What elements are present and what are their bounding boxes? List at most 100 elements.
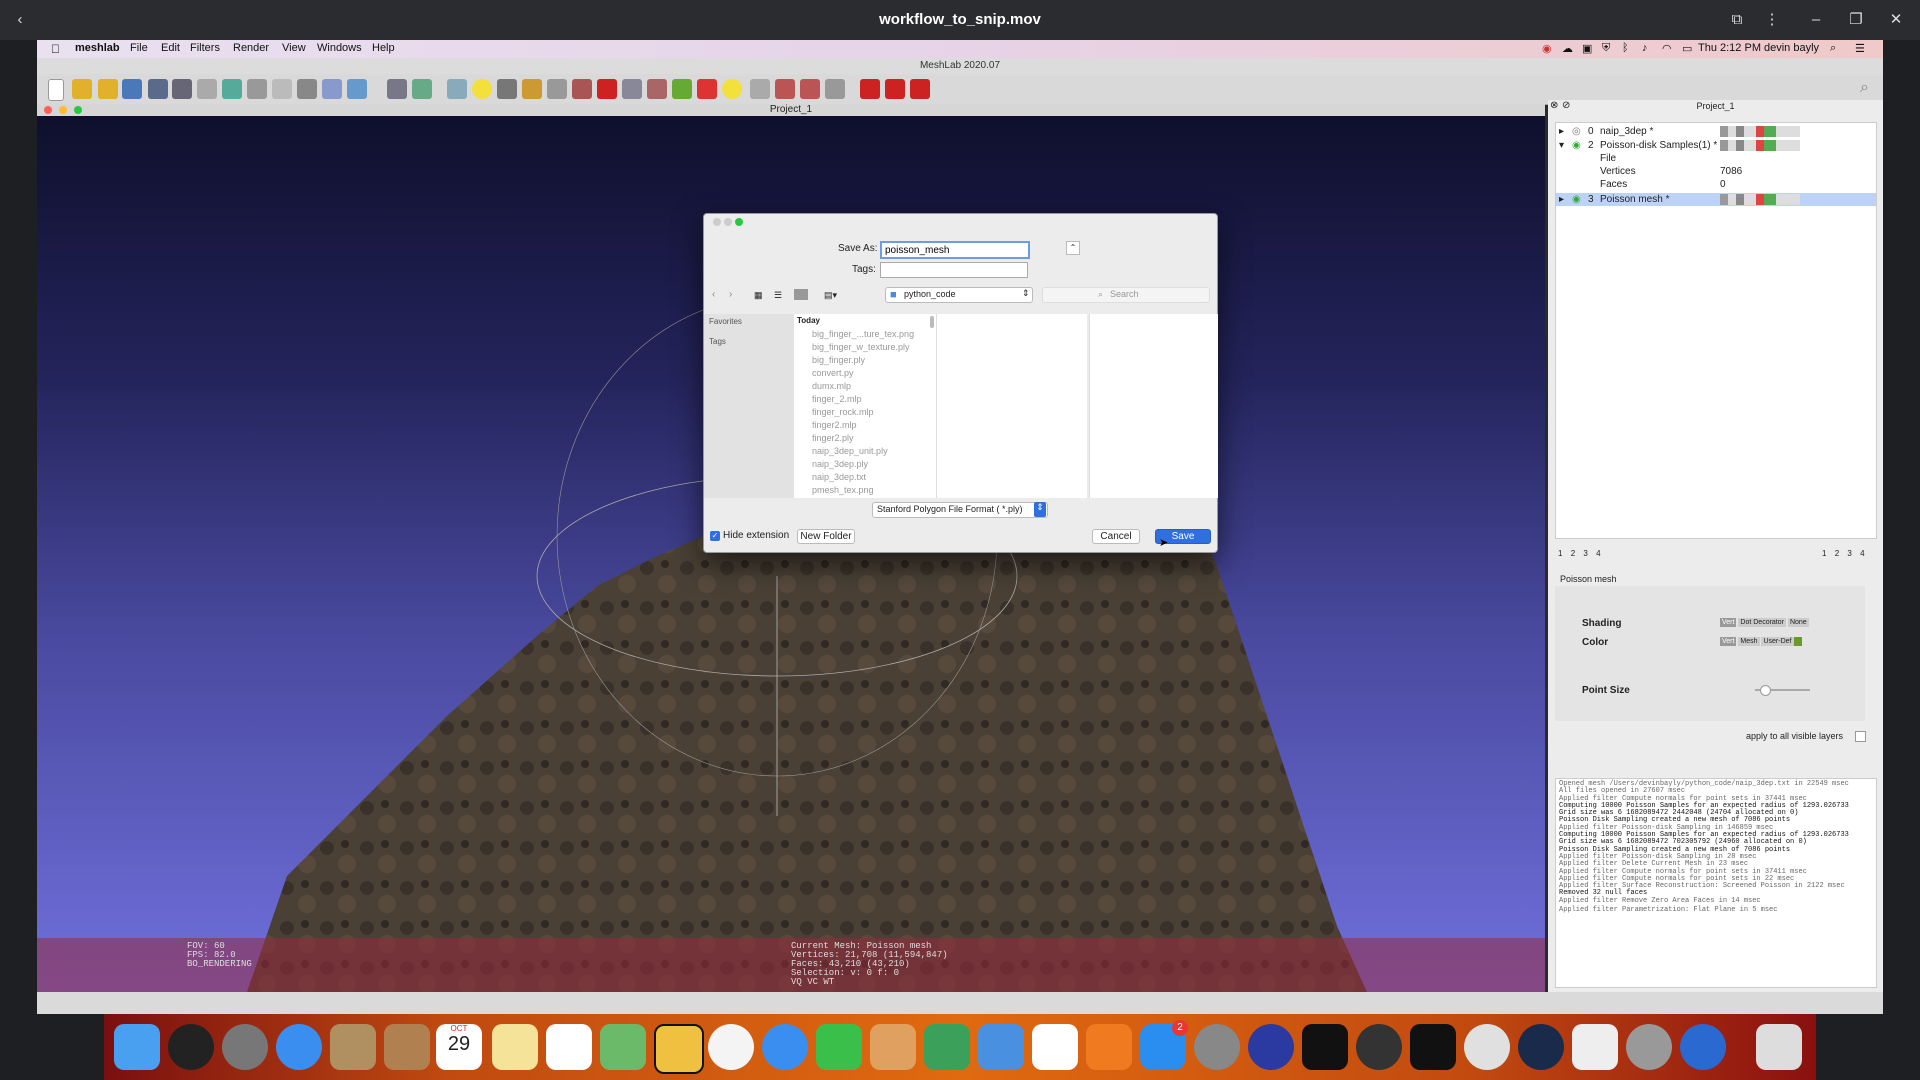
pager-right-3[interactable]: 3 bbox=[1847, 549, 1851, 558]
file-item[interactable]: finger2.mlp bbox=[812, 420, 857, 430]
file-item[interactable]: pmesh_tex.png bbox=[812, 485, 874, 495]
trash-icon[interactable] bbox=[1756, 1024, 1802, 1070]
color-swatch[interactable] bbox=[1793, 637, 1802, 646]
steam-icon[interactable] bbox=[1518, 1024, 1564, 1070]
pager-right-1[interactable]: 1 bbox=[1822, 549, 1826, 558]
record-icon[interactable]: ◉ bbox=[1542, 42, 1552, 55]
keynote-icon[interactable] bbox=[978, 1024, 1024, 1070]
save-as-input[interactable] bbox=[880, 241, 1030, 259]
paint-icon[interactable] bbox=[522, 79, 542, 99]
quicktime-icon[interactable] bbox=[1680, 1024, 1726, 1070]
search-box[interactable]: ⌕ Search bbox=[1042, 287, 1210, 303]
firefox-icon[interactable] bbox=[1248, 1024, 1294, 1070]
save-icon[interactable] bbox=[148, 79, 168, 99]
textedit-icon[interactable] bbox=[1572, 1024, 1618, 1070]
sidebar-tags[interactable]: Tags bbox=[709, 337, 726, 346]
eye-icon[interactable]: ◉ bbox=[1572, 193, 1581, 206]
shading-vert[interactable]: Vert bbox=[1720, 618, 1737, 627]
pager-right-4[interactable]: 4 bbox=[1860, 549, 1864, 558]
new-icon[interactable] bbox=[48, 79, 64, 101]
toolbar-search-icon[interactable]: ⌕ bbox=[1860, 79, 1880, 99]
sidebar-favorites[interactable]: Favorites bbox=[709, 317, 742, 326]
file-item[interactable]: convert.py bbox=[812, 368, 854, 378]
apply-all-checkbox[interactable] bbox=[1855, 731, 1866, 742]
menu-render[interactable]: Render bbox=[233, 42, 269, 54]
eye-icon[interactable]: ◉ bbox=[1572, 139, 1581, 152]
pager-left-2[interactable]: 2 bbox=[1571, 549, 1575, 558]
list-view-icon[interactable]: ☰ bbox=[774, 290, 782, 301]
shield-icon[interactable]: ⛨ bbox=[1602, 42, 1610, 55]
notes-icon[interactable] bbox=[492, 1024, 538, 1070]
window-minimize-icon[interactable] bbox=[59, 106, 67, 114]
contacts-icon[interactable] bbox=[384, 1024, 430, 1070]
icon-view-icon[interactable]: ▦ bbox=[754, 290, 763, 301]
obs-icon[interactable] bbox=[1356, 1024, 1402, 1070]
menu-help[interactable]: Help bbox=[372, 42, 395, 54]
forward-nav-icon[interactable]: › bbox=[729, 289, 732, 300]
quality-icon[interactable] bbox=[697, 79, 717, 99]
more-icon[interactable]: ⋮ bbox=[1760, 8, 1784, 32]
dialog-zoom-icon[interactable] bbox=[735, 218, 743, 226]
app-store-icon[interactable]: 2 bbox=[1140, 1020, 1188, 1070]
facetime-icon[interactable] bbox=[816, 1024, 862, 1070]
safari-icon[interactable] bbox=[276, 1024, 322, 1070]
pager-right-2[interactable]: 2 bbox=[1835, 549, 1839, 558]
file-item[interactable]: naip_3dep.ply bbox=[812, 459, 868, 469]
siri-icon[interactable] bbox=[168, 1024, 214, 1070]
delete-face-icon[interactable] bbox=[885, 79, 905, 99]
dialog-close-icon[interactable] bbox=[713, 218, 721, 226]
clock[interactable]: Thu 2:12 PM bbox=[1698, 42, 1761, 54]
panel-close-icon[interactable]: ⊗ bbox=[1550, 100, 1558, 111]
books-icon[interactable] bbox=[1086, 1024, 1132, 1070]
delete-vertex-icon[interactable] bbox=[860, 79, 880, 99]
collapse-icon[interactable]: ▾ bbox=[1559, 139, 1564, 152]
extension-icon[interactable]: ▣ bbox=[1582, 42, 1592, 55]
activity-monitor-icon[interactable] bbox=[1302, 1024, 1348, 1070]
layer-render-icons[interactable] bbox=[1720, 194, 1800, 205]
pager-left-1[interactable]: 1 bbox=[1558, 549, 1562, 558]
menu-windows[interactable]: Windows bbox=[317, 42, 362, 54]
menu-filters[interactable]: Filters bbox=[190, 42, 220, 54]
messages-icon[interactable] bbox=[762, 1024, 808, 1070]
measure-icon[interactable] bbox=[497, 79, 517, 99]
maps-icon[interactable] bbox=[600, 1024, 646, 1070]
select-vertex-icon[interactable] bbox=[647, 79, 667, 99]
cloud-icon[interactable]: ☁ bbox=[1562, 42, 1573, 55]
layer-row[interactable]: ▾ ◉ 2 Poisson-disk Samples(1) * bbox=[1556, 139, 1876, 152]
layer-row[interactable]: ▸ ◎ 0 naip_3dep * bbox=[1556, 125, 1876, 138]
shading-dot[interactable]: Dot Decorator bbox=[1738, 618, 1786, 627]
pick-icon[interactable] bbox=[572, 79, 592, 99]
back-nav-icon[interactable]: ‹ bbox=[712, 289, 715, 300]
volume-icon[interactable]: ♪ bbox=[1642, 42, 1648, 54]
spotlight-icon[interactable]: ⌕ bbox=[1830, 42, 1836, 55]
layer-render-icons[interactable] bbox=[1720, 140, 1800, 151]
move-icon[interactable] bbox=[412, 79, 432, 99]
expand-icon[interactable]: ▸ bbox=[1559, 125, 1564, 138]
apple-icon[interactable]:  bbox=[51, 42, 60, 56]
open-icon[interactable] bbox=[72, 79, 92, 99]
bluetooth-icon[interactable]: ᛒ bbox=[1622, 42, 1629, 54]
select-faces-icon[interactable] bbox=[800, 79, 820, 99]
photos-icon[interactable] bbox=[708, 1024, 754, 1070]
dialog-minimize-icon[interactable] bbox=[724, 218, 732, 226]
wire-icon[interactable] bbox=[247, 79, 267, 99]
music-icon[interactable] bbox=[1032, 1024, 1078, 1070]
user-name[interactable]: devin bayly bbox=[1764, 42, 1819, 54]
close-icon[interactable]: ✕ bbox=[1884, 8, 1908, 32]
file-item[interactable]: finger_2.mlp bbox=[812, 394, 862, 404]
color-mesh[interactable]: Mesh bbox=[1738, 637, 1760, 646]
expand-icon[interactable]: ▸ bbox=[1559, 193, 1564, 206]
file-item[interactable]: big_finger_w_texture.ply bbox=[812, 342, 910, 352]
file-item[interactable]: finger2.ply bbox=[812, 433, 854, 443]
snapshot-icon[interactable] bbox=[172, 79, 192, 99]
chrome-icon[interactable] bbox=[1464, 1024, 1510, 1070]
slider-knob[interactable] bbox=[1760, 685, 1771, 696]
reload-icon[interactable] bbox=[122, 79, 142, 99]
location-popup[interactable]: ■ python_code ⇕ bbox=[885, 287, 1033, 303]
pager-left-4[interactable]: 4 bbox=[1596, 549, 1600, 558]
delete-all-icon[interactable] bbox=[910, 79, 930, 99]
format-popup[interactable]: Stanford Polygon File Format ( *.ply) ⇕ bbox=[872, 502, 1048, 518]
gallery-view-icon[interactable]: ▤▾ bbox=[824, 290, 837, 301]
control-center-icon[interactable]: ☰ bbox=[1855, 42, 1865, 55]
select-icon[interactable] bbox=[622, 79, 642, 99]
